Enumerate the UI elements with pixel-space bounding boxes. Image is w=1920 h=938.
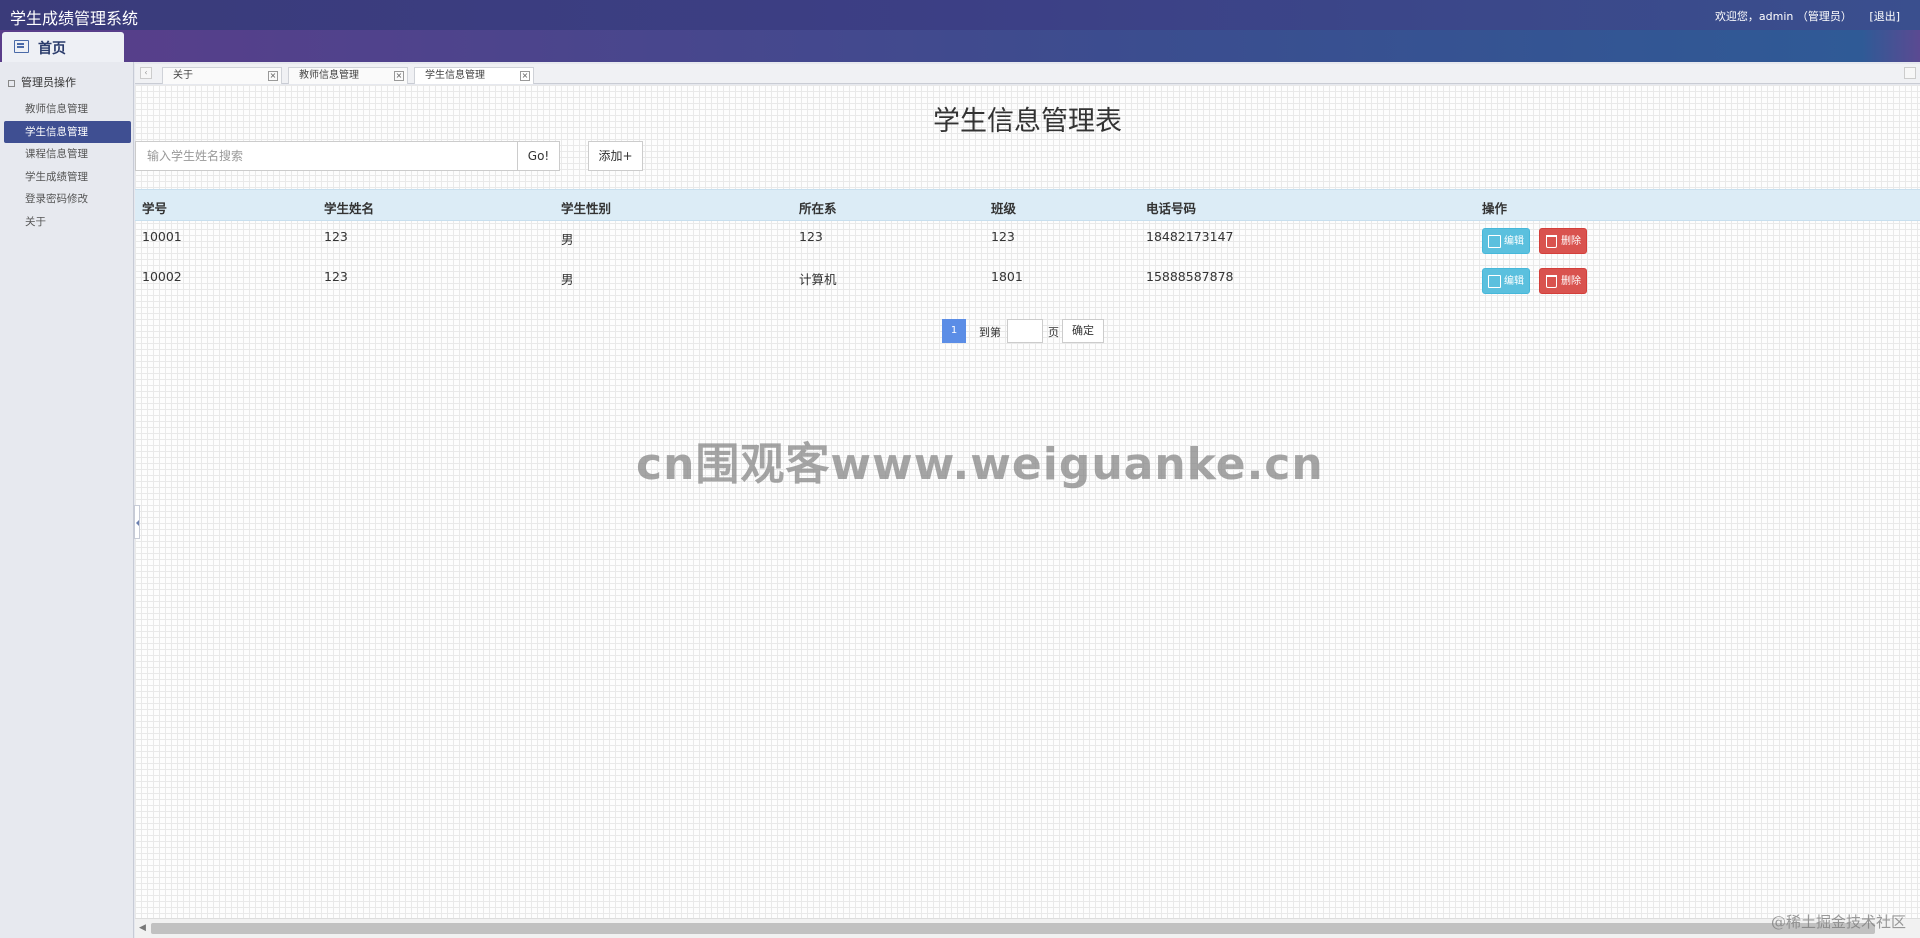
edit-label: 编辑	[1504, 276, 1524, 287]
student-table: 学号 学生姓名 学生性别 所在系 班级 电话号码 操作 10001 123 男 …	[135, 189, 1920, 301]
horizontal-scrollbar[interactable]: ◀	[135, 918, 1920, 938]
header-actions: 操作	[1482, 201, 1508, 216]
sidebar-item-teacher-info[interactable]: 教师信息管理	[4, 98, 131, 121]
center-watermark: cn围观客www.weiguanke.cn	[636, 439, 1324, 490]
cell-student-name: 123	[324, 269, 348, 284]
cell-department: 计算机	[799, 272, 837, 287]
close-icon[interactable]: ×	[394, 71, 404, 81]
tab-label: 关于	[173, 70, 193, 81]
top-header: 学生成绩管理系统 欢迎您，admin （管理员） [退出]	[0, 0, 1920, 30]
user-welcome: 欢迎您，admin （管理员） [退出]	[1711, 8, 1900, 24]
table-header: 学号 学生姓名 学生性别 所在系 班级 电话号码 操作	[135, 189, 1920, 221]
tab-scroll-left-button[interactable]: ‹	[140, 67, 152, 79]
table-row: 10002 123 男 计算机 1801 15888587878 编辑 删除	[135, 261, 1920, 301]
logout-link[interactable]: [退出]	[1869, 10, 1900, 23]
goto-confirm-button[interactable]: 确定	[1062, 319, 1104, 343]
main-content: 学生信息管理表 Go! 添加+ 学号 学生姓名 学生性别 所在系 班级 电话号码…	[135, 85, 1920, 938]
tab-label: 学生信息管理	[425, 70, 485, 81]
corner-watermark: @稀土掘金技术社区	[1770, 913, 1906, 931]
sidebar: 管理员操作 教师信息管理 学生信息管理 课程信息管理 学生成绩管理 登录密码修改…	[0, 62, 134, 938]
cell-phone: 15888587878	[1146, 269, 1234, 284]
home-page-icon	[14, 40, 29, 53]
tab-scroll-right-button[interactable]	[1904, 67, 1916, 79]
cell-department: 123	[799, 229, 823, 244]
page-title: 学生信息管理表	[933, 106, 1122, 137]
close-icon[interactable]: ×	[520, 71, 530, 81]
cell-student-name: 123	[324, 229, 348, 244]
header-department: 所在系	[799, 201, 837, 216]
header-class: 班级	[991, 201, 1017, 216]
delete-label: 删除	[1561, 276, 1581, 287]
sidebar-group-header[interactable]: 管理员操作	[8, 74, 76, 90]
cell-class: 123	[991, 229, 1015, 244]
cell-gender: 男	[561, 232, 574, 247]
tab-label: 教师信息管理	[299, 70, 359, 81]
sidebar-item-password-change[interactable]: 登录密码修改	[4, 188, 131, 211]
sidebar-menu: 教师信息管理 学生信息管理 课程信息管理 学生成绩管理 登录密码修改 关于	[4, 98, 131, 233]
sidebar-collapse-handle[interactable]	[134, 505, 140, 539]
tab-student-info[interactable]: 学生信息管理 ×	[414, 67, 534, 84]
cell-student-id: 10001	[142, 229, 182, 244]
cell-class: 1801	[991, 269, 1023, 284]
add-student-button[interactable]: 添加+	[588, 141, 643, 171]
tab-strip: ‹ 关于 × 教师信息管理 × 学生信息管理 ×	[135, 64, 1920, 84]
edit-label: 编辑	[1504, 236, 1524, 247]
edit-icon	[1488, 235, 1501, 248]
tab-teacher-info[interactable]: 教师信息管理 ×	[288, 67, 408, 84]
tab-about[interactable]: 关于 ×	[162, 67, 282, 84]
trash-icon	[1546, 275, 1557, 288]
trash-icon	[1546, 235, 1557, 248]
header-student-name: 学生姓名	[324, 201, 375, 216]
collapse-icon	[8, 79, 15, 87]
cell-student-id: 10002	[142, 269, 182, 284]
close-icon[interactable]: ×	[268, 71, 278, 81]
table-row: 10001 123 男 123 123 18482173147 编辑 删除	[135, 221, 1920, 261]
delete-label: 删除	[1561, 236, 1581, 247]
edit-button[interactable]: 编辑	[1482, 268, 1530, 294]
header-student-gender: 学生性别	[561, 201, 612, 216]
search-input[interactable]	[135, 141, 518, 171]
sidebar-item-about[interactable]: 关于	[4, 211, 131, 234]
goto-page-input[interactable]	[1007, 319, 1043, 343]
nav-bar: 首页	[0, 30, 1920, 62]
search-go-button[interactable]: Go!	[517, 141, 560, 171]
cell-gender: 男	[561, 272, 574, 287]
edit-button[interactable]: 编辑	[1482, 228, 1530, 254]
header-phone: 电话号码	[1146, 201, 1197, 216]
welcome-text: 欢迎您，admin （管理员）	[1714, 10, 1852, 23]
delete-button[interactable]: 删除	[1539, 268, 1587, 294]
cell-phone: 18482173147	[1146, 229, 1234, 244]
sidebar-item-student-grades[interactable]: 学生成绩管理	[4, 166, 131, 189]
goto-suffix: 页	[1048, 326, 1059, 339]
sidebar-item-course-info[interactable]: 课程信息管理	[4, 143, 131, 166]
goto-prefix: 到第	[979, 326, 1001, 339]
edit-icon	[1488, 275, 1501, 288]
sidebar-group-title: 管理员操作	[21, 76, 76, 89]
app-title: 学生成绩管理系统	[10, 9, 139, 28]
home-tab-label: 首页	[38, 41, 66, 57]
header-student-id: 学号	[142, 201, 168, 216]
home-tab[interactable]: 首页	[2, 32, 124, 62]
delete-button[interactable]: 删除	[1539, 228, 1587, 254]
sidebar-item-student-info[interactable]: 学生信息管理	[4, 120, 131, 143]
scroll-left-arrow-icon[interactable]: ◀	[139, 923, 146, 933]
page-number-current[interactable]: 1	[942, 319, 966, 343]
scrollbar-thumb[interactable]	[151, 923, 1875, 934]
